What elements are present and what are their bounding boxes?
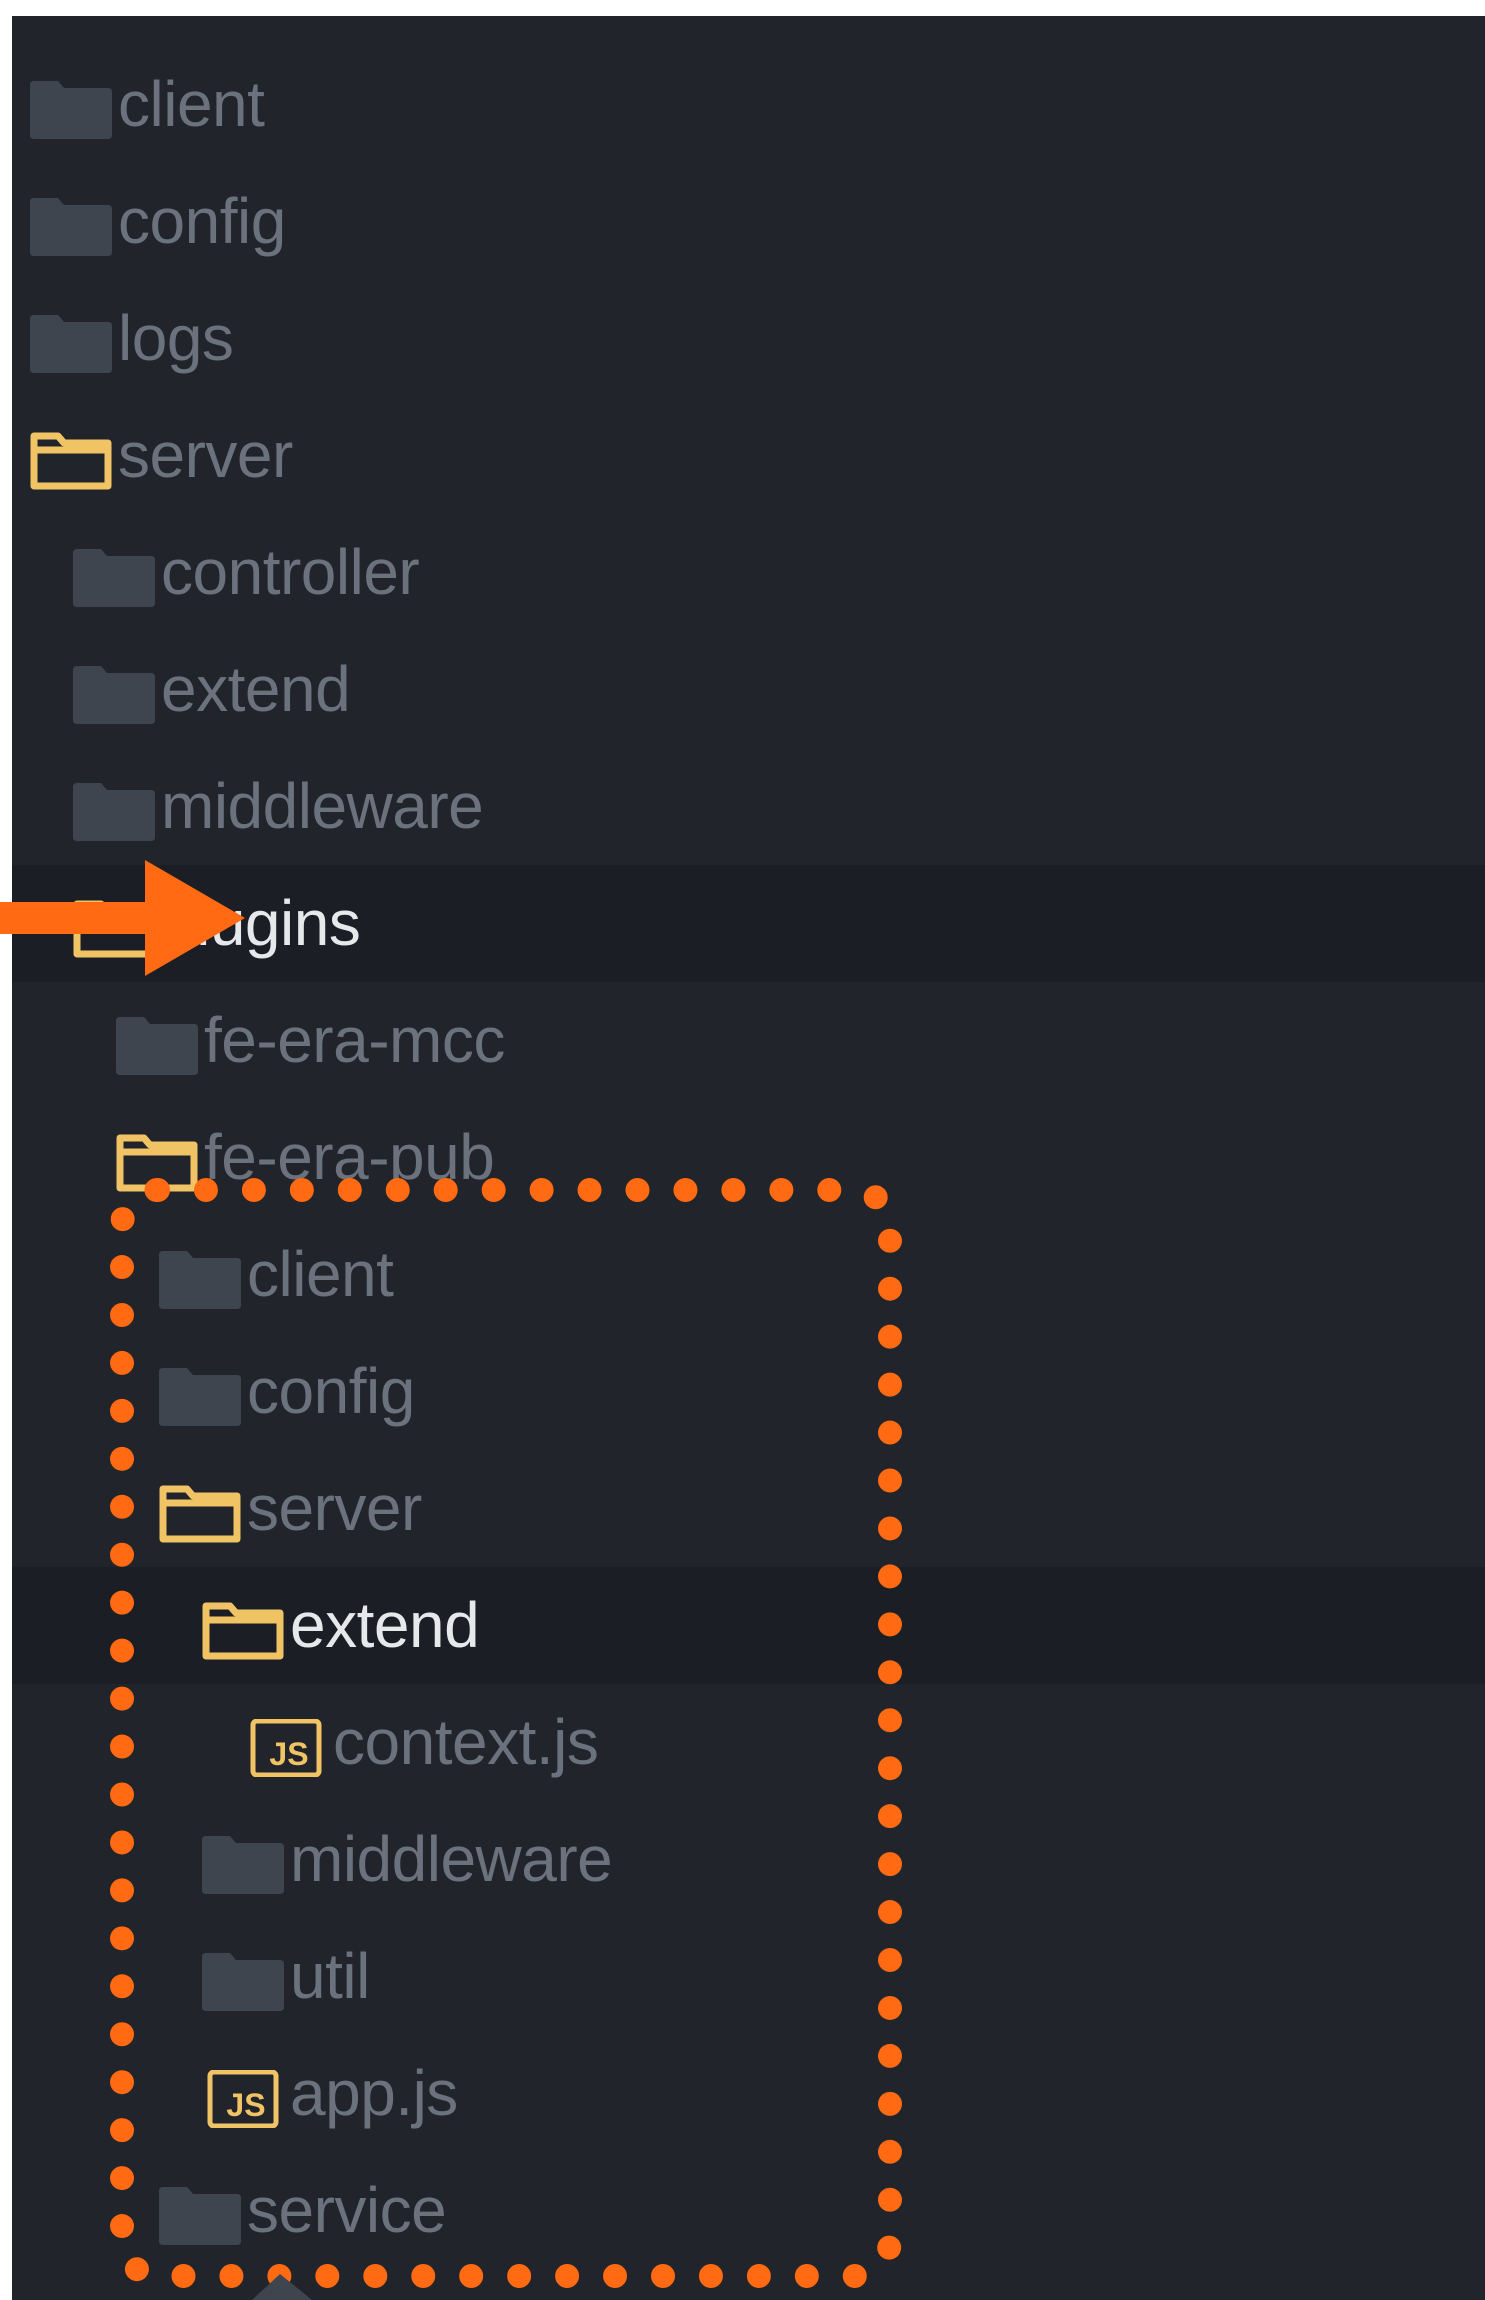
tree-row-fe-era-pub[interactable]: fe-era-pub [12, 1099, 1485, 1216]
tree-row-app-js[interactable]: JS app.js [12, 2035, 1485, 2152]
tree-row-label: extend [290, 1589, 480, 1661]
tree-row-config[interactable]: config [12, 163, 1485, 280]
folder-open-icon [30, 432, 112, 490]
tree-row-label: util [290, 1940, 370, 2012]
tree-row-label: logs [118, 302, 234, 374]
tree-row-service[interactable]: service [12, 2152, 1485, 2269]
tree-row-label: service [247, 2174, 447, 2246]
tree-row-server[interactable]: server [12, 1450, 1485, 1567]
tree-row-label: config [247, 1355, 415, 1427]
tree-row-label: fe-era-pub [204, 1121, 495, 1193]
folder-closed-icon [202, 1953, 284, 2011]
folder-closed-icon [73, 549, 155, 607]
folder-closed-icon [30, 81, 112, 139]
tree-row-middleware[interactable]: middleware [12, 1801, 1485, 1918]
tree-row-label: context.js [333, 1706, 599, 1778]
annotation-arrow-icon [0, 860, 245, 976]
tree-row-fe-era-mcc[interactable]: fe-era-mcc [12, 982, 1485, 1099]
tree-row-logs[interactable]: logs [12, 280, 1485, 397]
tree-row-label: fe-era-mcc [204, 1004, 505, 1076]
partial-folder-icon [252, 2274, 312, 2300]
svg-text:JS: JS [226, 2087, 265, 2123]
tree-row-controller[interactable]: controller [12, 514, 1485, 631]
file-tree-panel: client config logs server controller extend mi… [12, 16, 1485, 2300]
tree-row-extend[interactable]: extend [12, 1567, 1485, 1684]
tree-row-middleware[interactable]: middleware [12, 748, 1485, 865]
tree-row-label: server [118, 419, 293, 491]
js-file-icon: JS [202, 2070, 284, 2128]
tree-row-label: client [247, 1238, 394, 1310]
tree-row-server[interactable]: server [12, 397, 1485, 514]
tree-row-label: middleware [161, 770, 484, 842]
folder-open-icon [202, 1602, 284, 1660]
tree-row-label: middleware [290, 1823, 613, 1895]
folder-open-icon [159, 1485, 241, 1543]
folder-closed-icon [30, 198, 112, 256]
tree-row-context-js[interactable]: JS context.js [12, 1684, 1485, 1801]
folder-closed-icon [116, 1017, 198, 1075]
tree-row-client[interactable]: client [12, 1216, 1485, 1333]
folder-closed-icon [202, 1836, 284, 1894]
tree-row-extend[interactable]: extend [12, 631, 1485, 748]
tree-row-label: client [118, 68, 265, 140]
js-file-icon: JS [245, 1719, 327, 1777]
tree-row-label: controller [161, 536, 420, 608]
tree-row-label: server [247, 1472, 422, 1544]
folder-closed-icon [73, 783, 155, 841]
tree-row-label: app.js [290, 2057, 458, 2129]
tree-row-label: extend [161, 653, 351, 725]
tree-row-util[interactable]: util [12, 1918, 1485, 2035]
tree-row-client[interactable]: client [12, 46, 1485, 163]
folder-closed-icon [73, 666, 155, 724]
folder-closed-icon [159, 1251, 241, 1309]
tree-row-label: config [118, 185, 286, 257]
folder-closed-icon [159, 1368, 241, 1426]
folder-closed-icon [159, 2187, 241, 2245]
folder-closed-icon [30, 315, 112, 373]
tree-row-config[interactable]: config [12, 1333, 1485, 1450]
svg-text:JS: JS [269, 1736, 308, 1772]
folder-open-icon [116, 1134, 198, 1192]
